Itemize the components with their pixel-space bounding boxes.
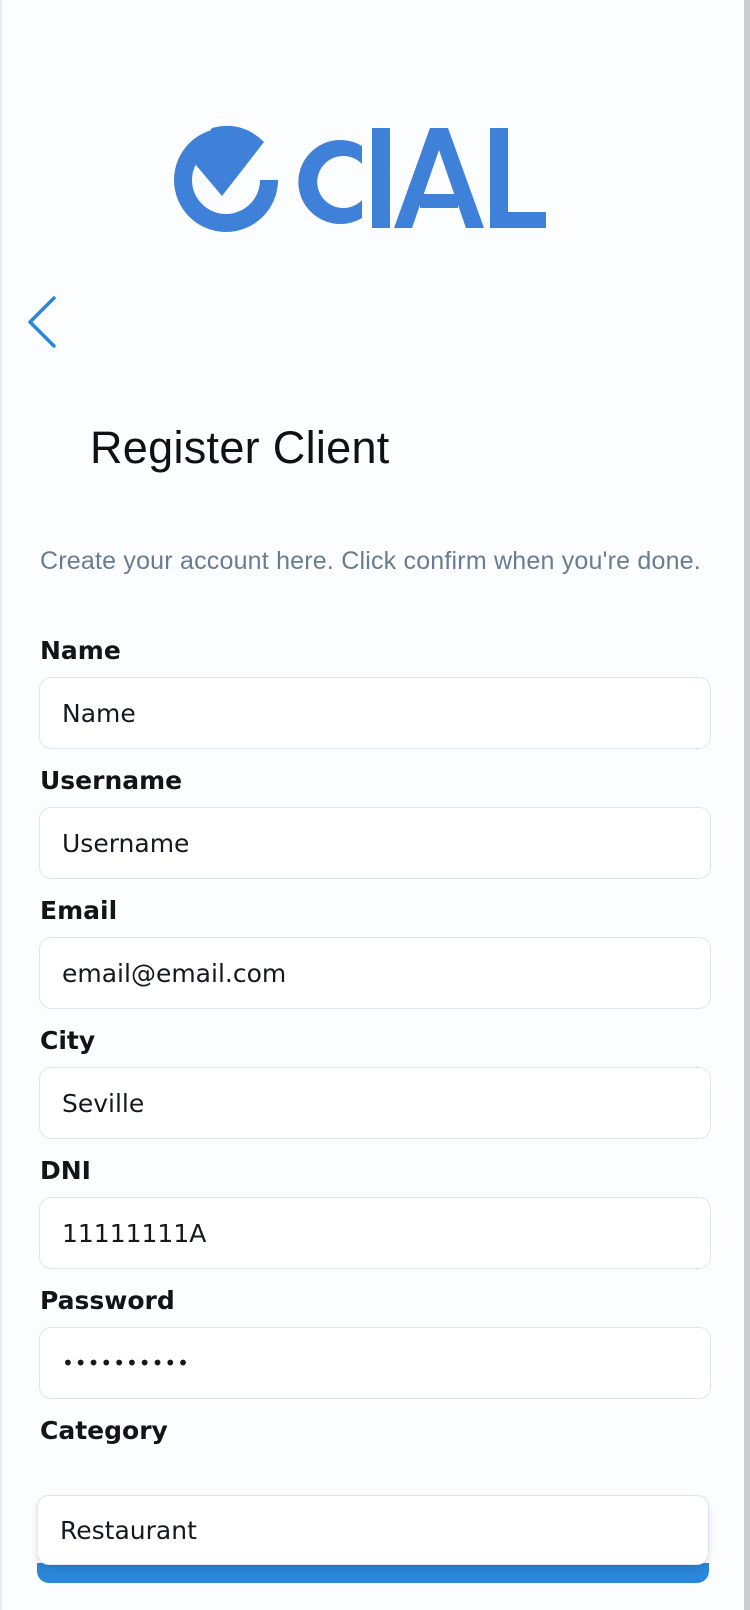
category-select[interactable]: Restaurant	[37, 1495, 709, 1565]
dni-label: DNI	[40, 1156, 91, 1185]
app-frame: Register Client Create your account here…	[0, 0, 750, 1610]
scrollbar-track	[744, 0, 750, 1610]
username-input[interactable]: Username	[39, 807, 711, 879]
chevron-left-icon[interactable]	[24, 294, 64, 350]
username-label: Username	[40, 766, 183, 795]
ocial-logo	[174, 125, 546, 232]
password-label: Password	[40, 1286, 175, 1315]
dni-input-value: 11111111A	[62, 1218, 207, 1248]
category-select-value: Restaurant	[60, 1515, 197, 1545]
email-input-value: email@email.com	[62, 958, 287, 988]
page-title: Register Client	[90, 422, 390, 473]
category-select-wrap: Restaurant	[37, 1495, 709, 1569]
name-input[interactable]: Name	[39, 677, 711, 749]
password-input-value: ••••••••••	[62, 1351, 190, 1375]
city-input[interactable]: Seville	[39, 1067, 711, 1139]
city-label: City	[40, 1026, 96, 1055]
email-input[interactable]: email@email.com	[39, 937, 711, 1009]
dni-input[interactable]: 11111111A	[39, 1197, 711, 1269]
city-input-value: Seville	[62, 1088, 145, 1118]
register-page: Register Client Create your account here…	[2, 0, 744, 1610]
username-input-value: Username	[62, 828, 190, 858]
confirm-button[interactable]	[37, 1563, 709, 1583]
password-input[interactable]: ••••••••••	[39, 1327, 711, 1399]
name-input-value: Name	[62, 698, 136, 728]
page-subtitle: Create your account here. Click confirm …	[40, 547, 701, 575]
name-label: Name	[40, 636, 121, 665]
category-label: Category	[40, 1416, 168, 1445]
email-label: Email	[40, 896, 118, 925]
